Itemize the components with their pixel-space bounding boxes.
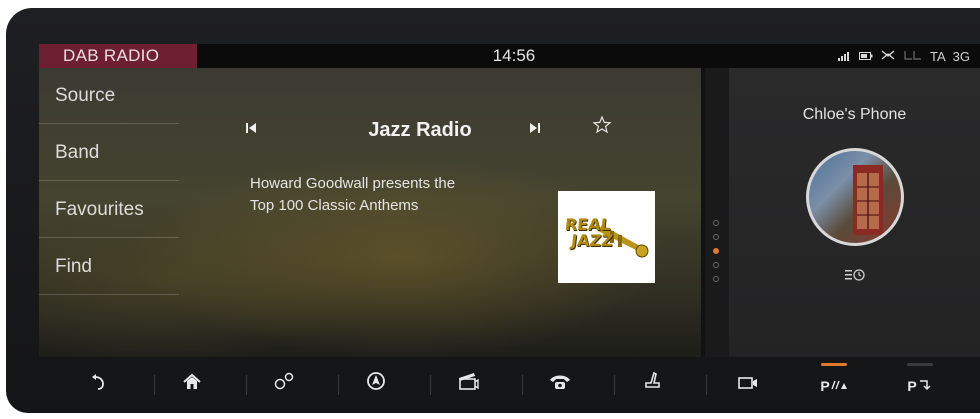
- dock-divider: [154, 375, 155, 395]
- menu-item-band[interactable]: Band: [39, 125, 179, 181]
- phone-panel[interactable]: Chloe's Phone: [729, 68, 980, 357]
- dock-divider: [246, 375, 247, 395]
- dock-divider: [430, 375, 431, 395]
- skip-forward-button[interactable]: [528, 114, 542, 146]
- bottom-dock: P P: [32, 357, 980, 413]
- navigation-button[interactable]: [346, 357, 406, 413]
- rds-line-1: Howard Goodwall presents the: [250, 175, 456, 192]
- page-dot[interactable]: [713, 262, 719, 268]
- clock: 14:56: [492, 46, 536, 65]
- page-indicator: [705, 68, 729, 357]
- menu-item-label: Favourites: [55, 199, 144, 220]
- rds-text: Howard Goodwall presents the Top 100 Cla…: [250, 173, 550, 217]
- status-icons: TA 3G: [838, 44, 970, 68]
- menu-item-label: Source: [55, 85, 116, 106]
- page-dot-active[interactable]: [713, 248, 719, 254]
- menu-item-label: Find: [55, 256, 92, 277]
- camera-button[interactable]: [718, 357, 778, 413]
- dock-divider: [706, 375, 707, 395]
- back-button[interactable]: [68, 357, 128, 413]
- home-button[interactable]: [162, 357, 222, 413]
- display-frame: DAB RADIO 14:56 TA 3G Source Band Favour…: [6, 8, 980, 413]
- bluetooth-icon: [880, 49, 896, 64]
- park-exit-button[interactable]: P: [890, 357, 950, 413]
- battery-icon: [859, 49, 873, 64]
- dock-divider: [338, 375, 339, 395]
- home-icon: [182, 373, 202, 396]
- station-logo: REAL JAZZ: [558, 191, 655, 283]
- settings-gears-icon: [273, 372, 295, 396]
- station-name: Jazz Radio: [368, 119, 472, 141]
- seat-button[interactable]: [622, 357, 682, 413]
- park-assist-icon: P: [820, 374, 847, 396]
- star-icon: [592, 115, 612, 139]
- page-dot[interactable]: [713, 276, 719, 282]
- park-exit-indicator: [907, 363, 933, 366]
- contact-avatar[interactable]: [806, 148, 904, 246]
- skip-forward-icon: [528, 120, 542, 139]
- radio-main-area: Source Band Favourites Find Jazz Radio H…: [39, 68, 701, 357]
- menu-item-find[interactable]: Find: [39, 239, 179, 295]
- signal-icon: [838, 49, 852, 64]
- dock-divider: [614, 375, 615, 395]
- menu-item-label: Band: [55, 142, 100, 163]
- display-bezel: DAB RADIO 14:56 TA 3G Source Band Favour…: [0, 0, 980, 419]
- logo-wordmark: REAL JAZZ: [563, 215, 614, 250]
- page-dot[interactable]: [713, 234, 719, 240]
- park-assist-indicator: [821, 363, 847, 366]
- media-button[interactable]: [438, 357, 498, 413]
- navigation-icon: [366, 372, 386, 396]
- seat-status-icon: [903, 49, 923, 64]
- park-assist-button[interactable]: P: [804, 357, 864, 413]
- favourite-button[interactable]: [592, 114, 612, 146]
- infotainment-screen: DAB RADIO 14:56 TA 3G Source Band Favour…: [39, 44, 980, 357]
- network-indicator: 3G: [952, 48, 970, 64]
- camera-icon: [737, 374, 759, 396]
- recent-calls-icon[interactable]: [841, 268, 869, 288]
- phone-icon: [548, 374, 572, 396]
- park-exit-icon: P: [907, 374, 932, 396]
- station-controls: Jazz Radio: [244, 114, 644, 146]
- back-icon: [89, 374, 107, 396]
- dock-divider: [522, 375, 523, 395]
- status-bar: DAB RADIO 14:56 TA 3G: [39, 44, 980, 68]
- source-tag[interactable]: DAB RADIO: [39, 44, 197, 68]
- phone-name: Chloe's Phone: [802, 106, 907, 123]
- media-clapper-icon: [457, 373, 479, 396]
- page-dot[interactable]: [713, 220, 719, 226]
- ta-indicator: TA: [930, 48, 946, 64]
- skip-back-button[interactable]: [244, 114, 258, 146]
- settings-button[interactable]: [254, 357, 314, 413]
- skip-back-icon: [244, 120, 258, 139]
- seat-icon: [642, 371, 662, 396]
- rds-line-2: Top 100 Classic Anthems: [250, 197, 419, 214]
- menu-item-favourites[interactable]: Favourites: [39, 182, 179, 238]
- menu-item-source[interactable]: Source: [39, 68, 179, 124]
- phone-button[interactable]: [530, 357, 590, 413]
